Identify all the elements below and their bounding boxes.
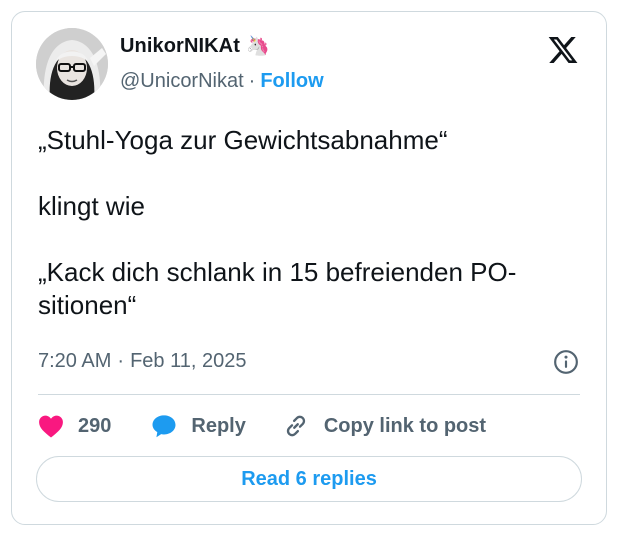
x-logo-icon[interactable] <box>547 34 579 66</box>
avatar[interactable] <box>36 28 108 100</box>
divider <box>38 394 580 395</box>
author-handle[interactable]: @UnicorNikat <box>120 70 244 93</box>
timestamp-separator: · <box>117 350 125 372</box>
post-text: „Stuhl-Yoga zur Gewichtsabnahme“ klingt … <box>38 125 517 320</box>
post-time: 7:20 AM <box>38 350 112 372</box>
speech-bubble-icon <box>152 415 176 438</box>
post-date: Feb 11, 2025 <box>130 350 247 372</box>
link-icon <box>286 415 305 437</box>
read-replies-button[interactable]: Read 6 replies <box>36 456 582 502</box>
copy-link-label: Copy link to post <box>323 414 487 437</box>
handle-separator: · <box>248 70 256 92</box>
heart-icon <box>39 415 63 438</box>
unicorn-icon: 🦄 <box>246 36 270 57</box>
like-count: 290 <box>78 414 112 437</box>
embedded-post-card: UnikorNIKAt 🦄 @UnicorNikat · Follow „Stu… <box>11 11 607 525</box>
follow-link[interactable]: Follow <box>260 70 323 93</box>
post-actions: 290 Reply Copy link to post <box>38 408 486 444</box>
author-display-name[interactable]: UnikorNIKAt <box>120 35 240 58</box>
copy-link-button[interactable]: Copy link to post <box>282 412 486 440</box>
author-handle-row: @UnicorNikat · Follow <box>120 70 324 93</box>
info-icon[interactable] <box>553 349 579 375</box>
read-replies-label: Read 6 replies <box>241 467 377 490</box>
author-name-row: UnikorNIKAt 🦄 <box>120 35 270 58</box>
reply-button[interactable]: Reply <box>151 413 246 439</box>
post-timestamp[interactable]: 7:20 AM · Feb 11, 2025 <box>38 350 246 373</box>
like-button[interactable]: 290 <box>38 414 111 438</box>
reply-label: Reply <box>191 414 246 437</box>
avatar-photo-icon <box>36 28 108 100</box>
